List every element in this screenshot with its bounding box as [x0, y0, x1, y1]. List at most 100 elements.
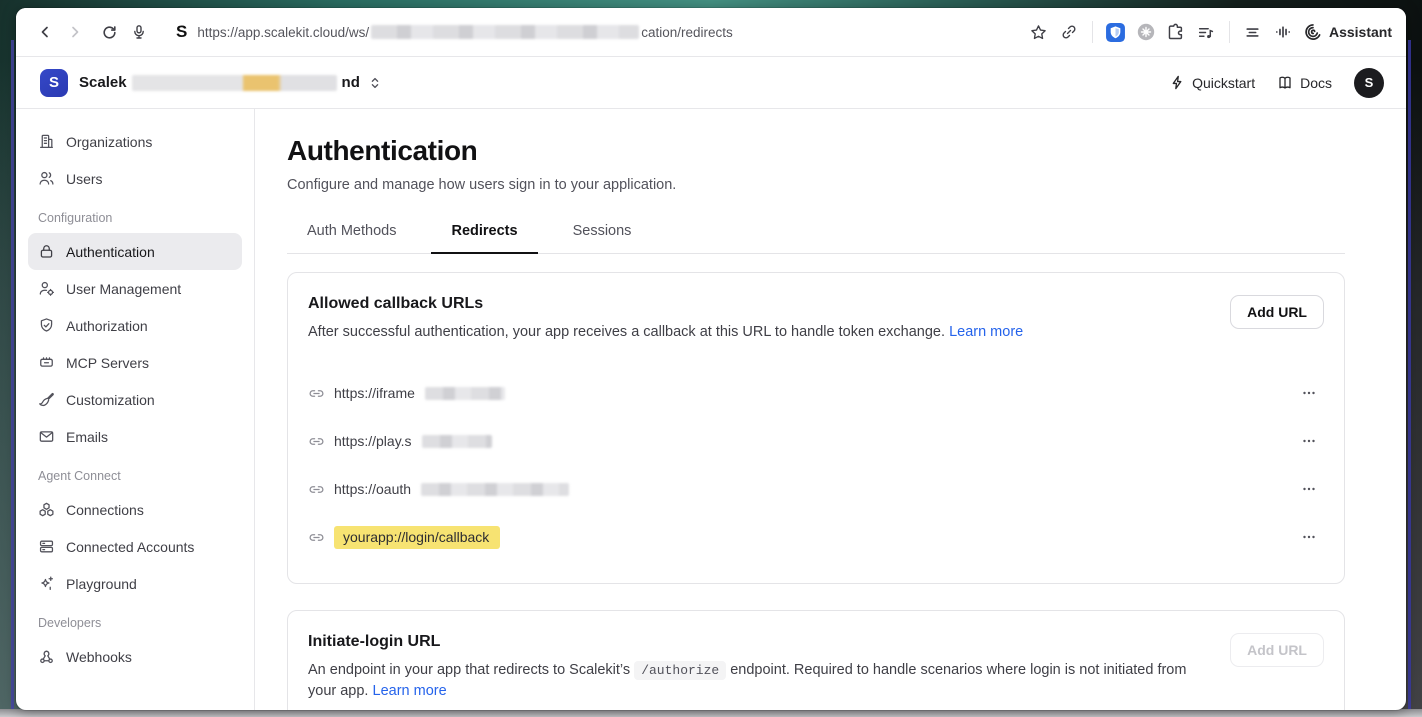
tab-auth-methods[interactable]: Auth Methods	[287, 213, 416, 254]
add-url-button-disabled[interactable]: Add URL	[1230, 633, 1324, 667]
chevron-updown-icon	[368, 76, 382, 90]
sidebar-item-connections[interactable]: Connections	[28, 491, 242, 528]
url-suffix: cation/redirects	[641, 25, 733, 40]
sidebar-item-user-management[interactable]: User Management	[28, 270, 242, 307]
lightning-icon	[1170, 75, 1185, 90]
password-extension-button[interactable]	[1101, 17, 1131, 47]
back-arrow-icon	[37, 24, 53, 40]
bookmark-star-icon	[1030, 24, 1047, 41]
app-header: S Scalek nd Quickstart Docs S	[16, 57, 1406, 109]
sidebar-item-authentication[interactable]: Authentication	[28, 233, 242, 270]
sidebar-section-developers: Developers	[28, 602, 242, 638]
link-icon	[308, 529, 325, 546]
callback-url-text-highlighted: yourapp://login/callback	[334, 526, 500, 549]
sidebar-item-label: Connected Accounts	[66, 539, 194, 555]
bookmark-button[interactable]	[1024, 17, 1054, 47]
ellipsis-icon	[1301, 529, 1317, 545]
card-description-before-code: An endpoint in your app that redirects t…	[308, 662, 630, 678]
sidebar: Organizations Users Configuration Authen…	[16, 109, 255, 710]
puzzle-extension-icon	[1167, 23, 1185, 41]
allowed-callback-urls-card: Allowed callback URLs After successful a…	[287, 272, 1345, 584]
shield-extension-icon	[1105, 22, 1126, 43]
users-icon	[38, 170, 55, 187]
webhook-icon	[38, 648, 55, 665]
microphone-icon	[131, 24, 147, 40]
ellipsis-icon	[1301, 385, 1317, 401]
sidebar-item-playground[interactable]: Playground	[28, 565, 242, 602]
scalekit-logo: S	[40, 69, 68, 97]
workspace-name-suffix: nd	[342, 74, 360, 91]
authorize-endpoint-code: /authorize	[634, 661, 726, 680]
sidebar-item-authorization[interactable]: Authorization	[28, 307, 242, 344]
reader-mode-button[interactable]	[1238, 17, 1268, 47]
puzzle-extension-button[interactable]	[1161, 17, 1191, 47]
callback-url-text: https://play.s	[334, 433, 412, 449]
add-url-button[interactable]: Add URL	[1230, 295, 1324, 329]
initiate-login-url-card: Initiate-login URL An endpoint in your a…	[287, 610, 1345, 710]
copy-link-button[interactable]	[1054, 17, 1084, 47]
site-favicon: S	[176, 22, 187, 42]
link-icon	[308, 385, 325, 402]
voice-visualizer-button[interactable]	[1268, 17, 1298, 47]
callback-url-row: yourapp://login/callback	[308, 513, 1324, 561]
sidebar-item-label: Webhooks	[66, 649, 132, 665]
sparkles-icon	[38, 575, 55, 592]
paintbrush-icon	[38, 391, 55, 408]
sidebar-item-connected-accounts[interactable]: Connected Accounts	[28, 528, 242, 565]
copy-link-icon	[1061, 24, 1077, 40]
tab-bar: Auth Methods Redirects Sessions	[287, 213, 1345, 254]
toolbar-divider	[1229, 21, 1230, 43]
window-bottom-edge	[0, 709, 1422, 717]
docs-button[interactable]: Docs	[1277, 75, 1332, 91]
tab-sessions[interactable]: Sessions	[553, 213, 652, 254]
workspace-name-redacted	[132, 75, 337, 91]
url-redacted-segment	[422, 435, 492, 448]
sidebar-item-organizations[interactable]: Organizations	[28, 123, 242, 160]
callback-url-row: https://oauth	[308, 465, 1324, 513]
microphone-button[interactable]	[124, 17, 154, 47]
server-icon	[38, 354, 55, 371]
window-edge-accent-left	[11, 40, 14, 717]
workspace-switcher[interactable]: S Scalek nd	[40, 69, 382, 97]
reader-mode-icon	[1244, 24, 1261, 41]
sidebar-item-emails[interactable]: Emails	[28, 418, 242, 455]
sidebar-item-label: Emails	[66, 429, 108, 445]
assistant-button[interactable]: Assistant	[1304, 23, 1392, 41]
ellipsis-icon	[1301, 433, 1317, 449]
tab-redirects[interactable]: Redirects	[431, 213, 537, 254]
quickstart-button[interactable]: Quickstart	[1170, 75, 1255, 91]
back-button[interactable]	[30, 17, 60, 47]
cubes-icon	[38, 501, 55, 518]
assistant-swirl-icon	[1304, 23, 1322, 41]
url-row-menu-button[interactable]	[1294, 380, 1324, 406]
media-queue-button[interactable]	[1191, 17, 1221, 47]
sidebar-item-label: Organizations	[66, 134, 152, 150]
link-icon	[308, 433, 325, 450]
user-gear-icon	[38, 280, 55, 297]
learn-more-link[interactable]: Learn more	[373, 683, 447, 699]
learn-more-link[interactable]: Learn more	[949, 324, 1023, 340]
callback-url-row: https://iframe	[308, 369, 1324, 417]
sidebar-item-label: Users	[66, 171, 103, 187]
page-subtitle: Configure and manage how users sign in t…	[287, 177, 1345, 193]
address-bar[interactable]: https://app.scalekit.cloud/ws/cation/red…	[197, 25, 1024, 40]
reload-button[interactable]	[94, 17, 124, 47]
extension-badge-button[interactable]	[1131, 17, 1161, 47]
callback-url-list: https://iframe https://play.s	[308, 369, 1324, 561]
callback-url-text: https://iframe	[334, 385, 415, 401]
workspace-name-prefix: Scalek	[79, 74, 127, 91]
sidebar-item-users[interactable]: Users	[28, 160, 242, 197]
sidebar-item-label: Playground	[66, 576, 137, 592]
forward-button[interactable]	[60, 17, 90, 47]
docs-label: Docs	[1300, 75, 1332, 91]
organizations-icon	[38, 133, 55, 150]
user-avatar[interactable]: S	[1354, 68, 1384, 98]
voice-visualizer-icon	[1274, 23, 1292, 41]
url-row-menu-button[interactable]	[1294, 524, 1324, 550]
sidebar-item-customization[interactable]: Customization	[28, 381, 242, 418]
sidebar-item-webhooks[interactable]: Webhooks	[28, 638, 242, 675]
url-row-menu-button[interactable]	[1294, 476, 1324, 502]
shield-check-icon	[38, 317, 55, 334]
url-row-menu-button[interactable]	[1294, 428, 1324, 454]
sidebar-item-mcp-servers[interactable]: MCP Servers	[28, 344, 242, 381]
